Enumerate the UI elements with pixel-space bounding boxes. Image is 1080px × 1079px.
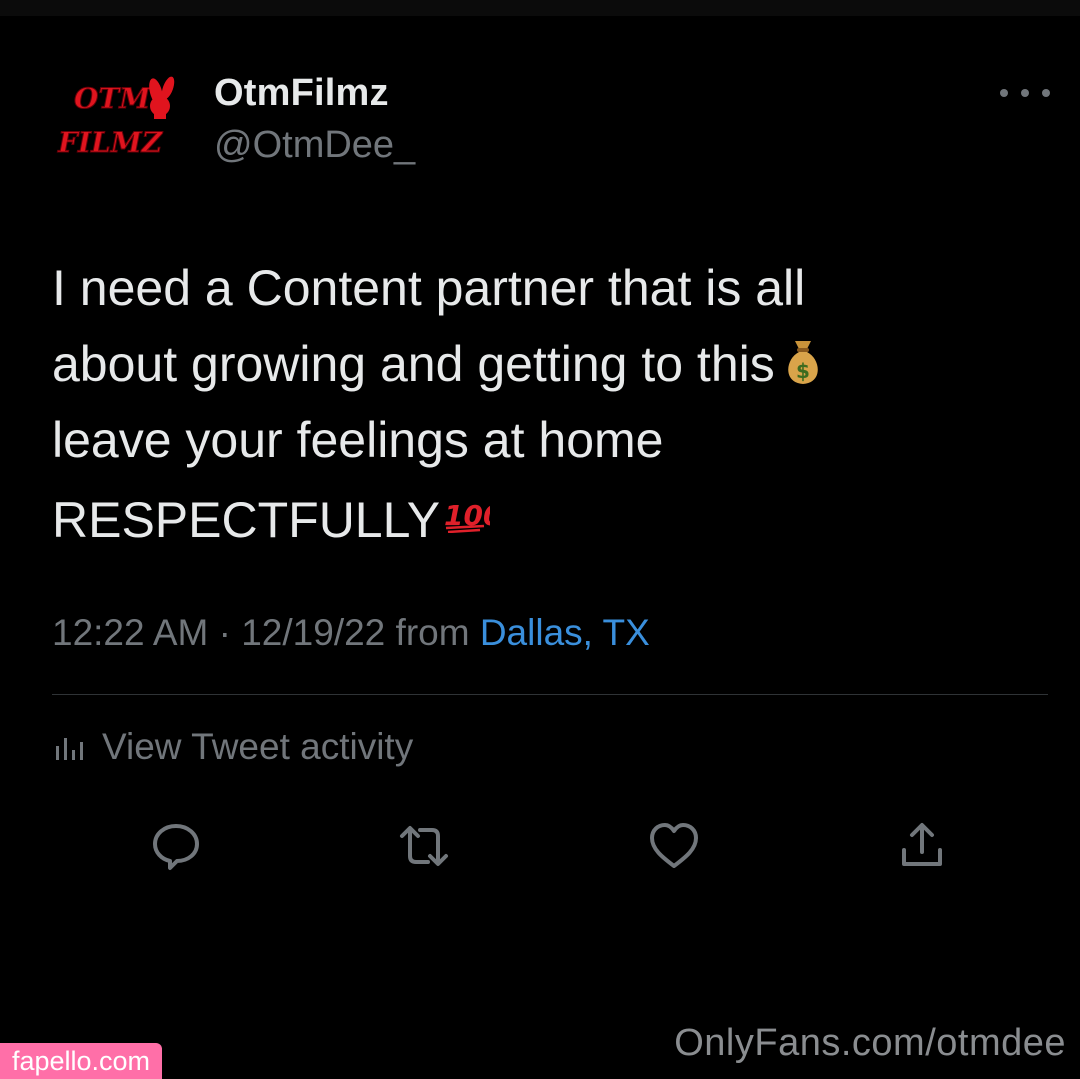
more-options-button[interactable] [1000, 78, 1050, 108]
heart-icon [650, 823, 698, 868]
tweet-text-line-1: I need a Content partner that is all [52, 260, 806, 316]
avatar[interactable]: OTM FILMZ [56, 66, 186, 162]
retweet-button[interactable] [398, 820, 450, 872]
share-icon [902, 823, 942, 866]
hundred-points-emoji-icon: 100 [442, 478, 503, 534]
tweet-text-line-4-content: RESPECTFULLY [52, 492, 441, 548]
view-tweet-activity-link[interactable]: View Tweet activity [52, 726, 413, 768]
tweet-text: I need a Content partner that is all abo… [52, 250, 1052, 558]
onlyfans-watermark: OnlyFans.com/otmdee [674, 1022, 1066, 1064]
tweet-time[interactable]: 12:22 AM [52, 612, 208, 653]
like-button[interactable] [648, 820, 700, 872]
tweet-date[interactable]: 12/19/22 [241, 612, 385, 653]
svg-text:$: $ [796, 359, 810, 383]
tweet-text-line-2-content: about growing and getting to this [52, 336, 775, 392]
retweet-icon [400, 826, 448, 866]
more-dot-icon [1000, 89, 1008, 97]
tweet-meta: 12:22 AM · 12/19/22 from Dallas, TX [52, 612, 650, 654]
more-dot-icon [1042, 89, 1050, 97]
from-label: from [385, 612, 480, 653]
avatar-text-line2: FILMZ [57, 126, 164, 159]
tweet-text-line-3: leave your feelings at home [52, 412, 664, 468]
avatar-text-line1: OTM [74, 82, 151, 115]
money-bag-emoji-icon: $ [781, 332, 825, 384]
share-button[interactable] [896, 820, 948, 872]
view-tweet-activity-label: View Tweet activity [102, 726, 414, 767]
top-strip [0, 0, 1080, 16]
reply-icon [153, 824, 199, 870]
bunny-logo-icon [149, 76, 175, 119]
divider [52, 694, 1048, 695]
tweet-text-line-2: about growing and getting to this $ [52, 326, 1052, 402]
more-dot-icon [1021, 89, 1029, 97]
meta-separator: · [208, 612, 242, 653]
display-name[interactable]: OtmFilmz [214, 72, 389, 115]
tweet-text-line-4: RESPECTFULLY 100 [52, 478, 1052, 558]
analytics-icon [56, 738, 83, 760]
user-handle[interactable]: @OtmDee_ [214, 124, 415, 167]
location-link[interactable]: Dallas, TX [480, 612, 650, 653]
reply-button[interactable] [150, 820, 202, 872]
fapello-watermark-badge: fapello.com [0, 1043, 162, 1079]
